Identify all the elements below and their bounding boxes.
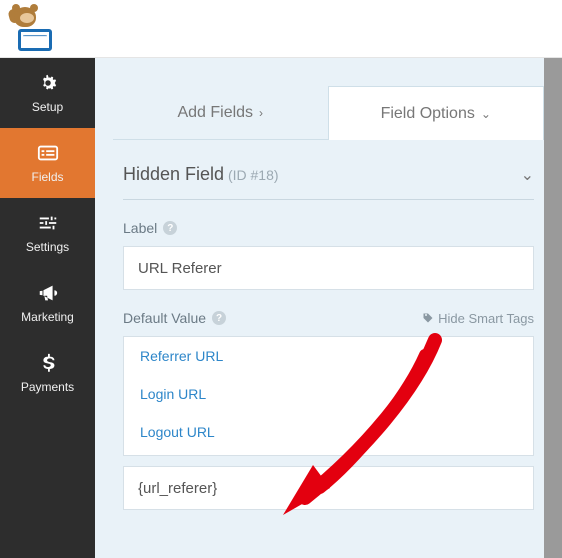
dollar-icon [37, 352, 59, 374]
sidebar-item-label: Fields [31, 170, 63, 184]
sidebar-item-settings[interactable]: Settings [0, 198, 95, 268]
section-title: Hidden Field [123, 164, 224, 184]
sidebar-item-label: Setup [32, 100, 63, 114]
help-icon[interactable]: ? [212, 311, 226, 325]
help-icon[interactable]: ? [163, 221, 177, 235]
sidebar-item-payments[interactable]: Payments [0, 338, 95, 408]
suggestion-item[interactable]: Referrer URL [124, 337, 533, 375]
section-header[interactable]: Hidden Field (ID #18) ⌄ [123, 164, 534, 200]
section-id: (ID #18) [228, 167, 279, 183]
label-caption: Label [123, 220, 157, 236]
tab-label: Field Options [381, 105, 475, 123]
default-value-caption: Default Value [123, 310, 206, 326]
top-bar [0, 0, 562, 58]
sliders-icon [37, 212, 59, 234]
sidebar-item-setup[interactable]: Setup [0, 58, 95, 128]
chevron-down-icon: ⌄ [481, 107, 491, 121]
sidebar-item-marketing[interactable]: Marketing [0, 268, 95, 338]
right-edge-strip [544, 58, 562, 558]
sidebar: Setup Fields Settings Marketing Payments [0, 58, 95, 558]
app-logo [12, 7, 56, 51]
panel: Add Fields › Field Options ⌄ Hidden Fiel… [95, 58, 562, 558]
hide-smart-tags-link[interactable]: Hide Smart Tags [422, 311, 534, 326]
list-icon [37, 142, 59, 164]
suggestion-item[interactable]: Login URL [124, 375, 533, 413]
tag-icon [422, 312, 434, 324]
sidebar-item-label: Marketing [21, 310, 74, 324]
label-input[interactable] [123, 246, 534, 290]
hide-tags-label: Hide Smart Tags [438, 311, 534, 326]
chevron-right-icon: › [259, 106, 263, 120]
smart-tags-list[interactable]: Referrer URL Login URL Logout URL [123, 336, 534, 456]
gear-icon [37, 72, 59, 94]
tab-label: Add Fields [177, 104, 253, 122]
default-value-input[interactable] [123, 466, 534, 510]
sidebar-item-fields[interactable]: Fields [0, 128, 95, 198]
sidebar-item-label: Payments [21, 380, 74, 394]
tab-add-fields[interactable]: Add Fields › [113, 86, 328, 140]
chevron-down-icon: ⌄ [521, 165, 534, 185]
megaphone-icon [37, 282, 59, 304]
suggestion-item[interactable]: Logout URL [124, 413, 533, 451]
tab-field-options[interactable]: Field Options ⌄ [328, 86, 545, 140]
sidebar-item-label: Settings [26, 240, 69, 254]
